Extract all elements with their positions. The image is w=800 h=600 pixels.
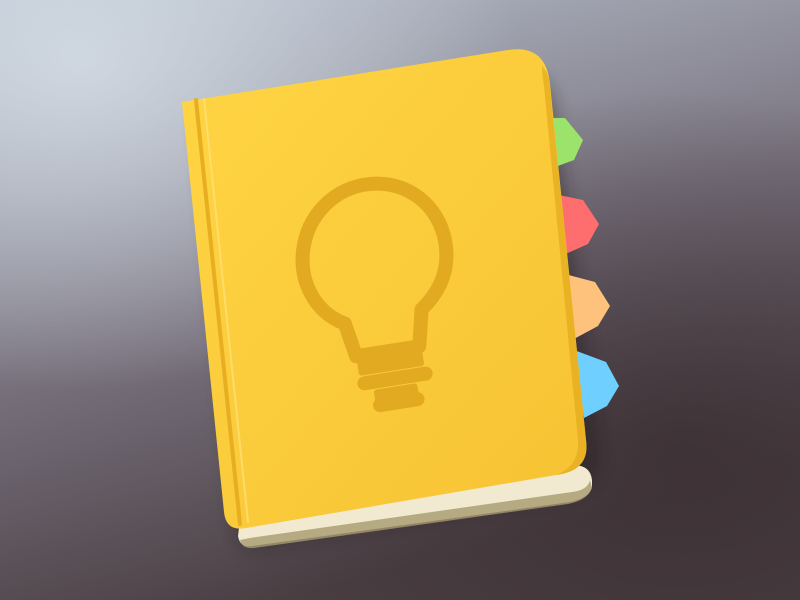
notebook-app-icon (0, 0, 800, 600)
notebook-cover (182, 49, 587, 529)
app-icon-scene (0, 0, 800, 600)
